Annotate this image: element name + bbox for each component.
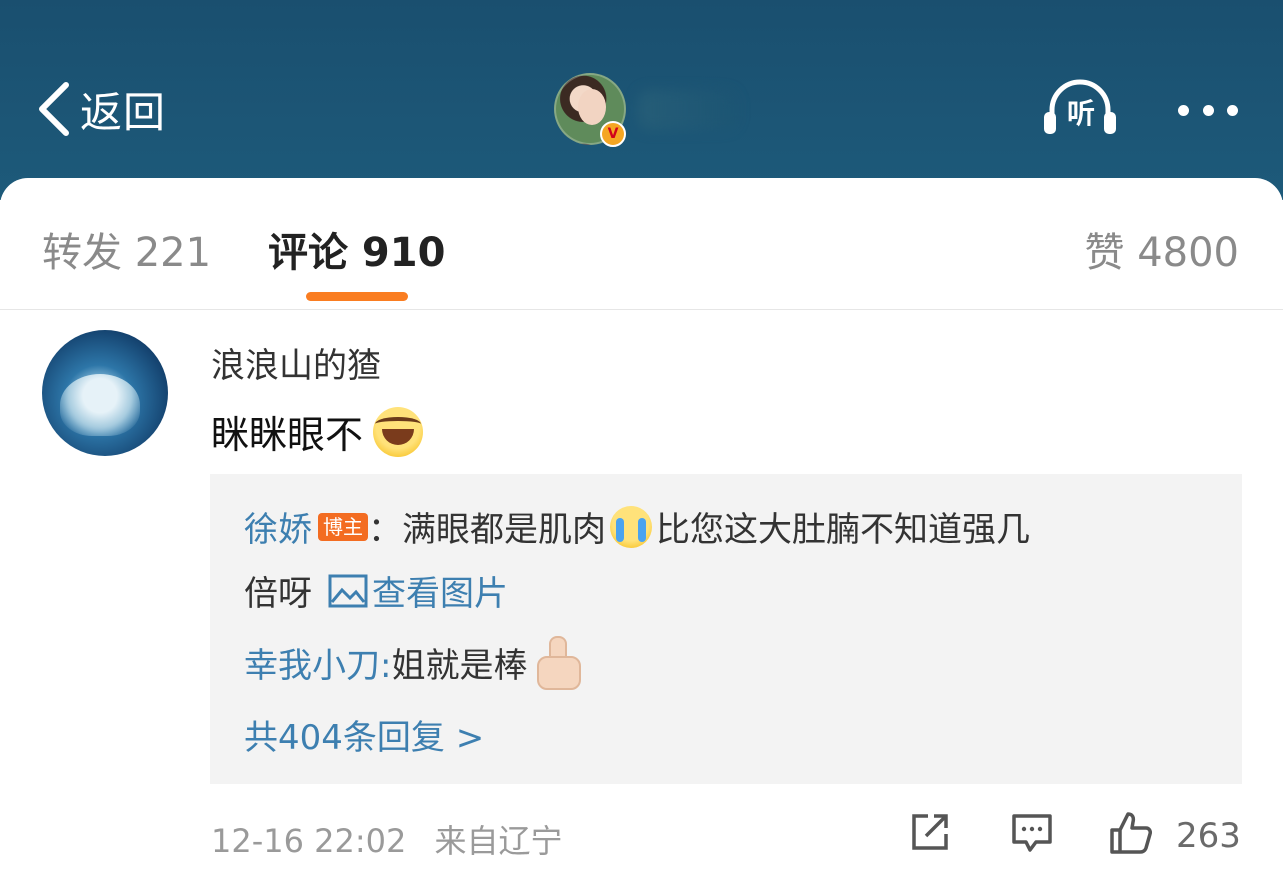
reply-line: 徐娇 博主 ：满眼都是肌肉 比您这大肚腩不知道强几 — [244, 502, 1030, 551]
share-button[interactable] — [908, 810, 952, 858]
thumbs-up-emoji-icon — [531, 636, 587, 690]
comment-icon — [1012, 814, 1052, 852]
reply-line: 幸我小刀: 姐就是棒 — [244, 636, 587, 690]
commenter-avatar[interactable] — [42, 330, 168, 456]
more-dot-icon — [1227, 104, 1238, 116]
image-icon — [328, 574, 368, 607]
verified-badge: V — [600, 121, 626, 147]
more-button[interactable] — [1172, 100, 1244, 120]
laughing-tears-emoji-icon — [373, 406, 424, 457]
top-bar: 返回 V 听 — [0, 0, 1283, 200]
reply-text: 比您这大肚腩不知道强几 — [656, 510, 1030, 550]
reply-text: ：满眼都是肌肉 — [368, 510, 606, 550]
comment-text: 眯眯眼不 — [211, 404, 424, 459]
more-dot-icon — [1202, 104, 1214, 116]
active-tab-indicator — [306, 292, 408, 301]
reply-text: 姐就是棒 — [391, 645, 528, 686]
reply-author-name[interactable]: 幸我小刀: — [244, 638, 391, 687]
author-name-blurred — [638, 90, 738, 130]
tab-like[interactable]: 赞 4800 — [1084, 220, 1239, 278]
weibo-comment-page: 返回 V 听 转发 221 评论 910 赞 4800 浪浪山的猹 眯眯眼不 徐… — [0, 0, 1283, 880]
chevron-left-icon — [39, 82, 69, 136]
listen-label: 听 — [1066, 97, 1095, 130]
more-dot-icon — [1178, 104, 1189, 116]
thumbs-up-icon — [1110, 812, 1152, 854]
reply-total-line: 共404条回复 > — [244, 710, 484, 759]
comment-meta: 12-16 22:02 来自辽宁 — [211, 816, 581, 862]
reply-box[interactable]: 徐娇 博主 ：满眼都是肌肉 比您这大肚腩不知道强几 倍呀 查看图片 幸我小刀: … — [210, 474, 1242, 784]
reply-line: 倍呀 查看图片 — [244, 566, 508, 615]
crying-emoji-icon — [610, 505, 652, 548]
host-badge: 博主 — [318, 512, 368, 541]
back-label: 返回 — [80, 87, 167, 137]
listen-button[interactable]: 听 — [1042, 78, 1118, 138]
more-replies-link[interactable]: 共404条回复 > — [244, 710, 484, 759]
like-count: 263 — [1176, 816, 1241, 856]
view-picture-link[interactable]: 查看图片 — [328, 566, 508, 615]
tab-repost[interactable]: 转发 221 — [42, 220, 211, 278]
back-button[interactable]: 返回 — [34, 78, 166, 140]
share-icon — [912, 814, 948, 850]
tab-bar: 转发 221 评论 910 赞 4800 — [0, 178, 1283, 310]
comment-body: 眯眯眼不 — [211, 413, 364, 457]
like-button[interactable] — [1108, 810, 1152, 858]
comment-date: 12-16 22:02 — [211, 822, 407, 860]
commenter-name[interactable]: 浪浪山的猹 — [211, 338, 381, 387]
tab-comment[interactable]: 评论 910 — [268, 220, 445, 278]
reply-text: 倍呀 — [244, 574, 312, 614]
comment-location: 来自辽宁 — [434, 822, 563, 860]
view-picture-label: 查看图片 — [372, 574, 508, 614]
reply-button[interactable] — [1010, 810, 1054, 858]
reply-author-name[interactable]: 徐娇 — [244, 502, 312, 551]
